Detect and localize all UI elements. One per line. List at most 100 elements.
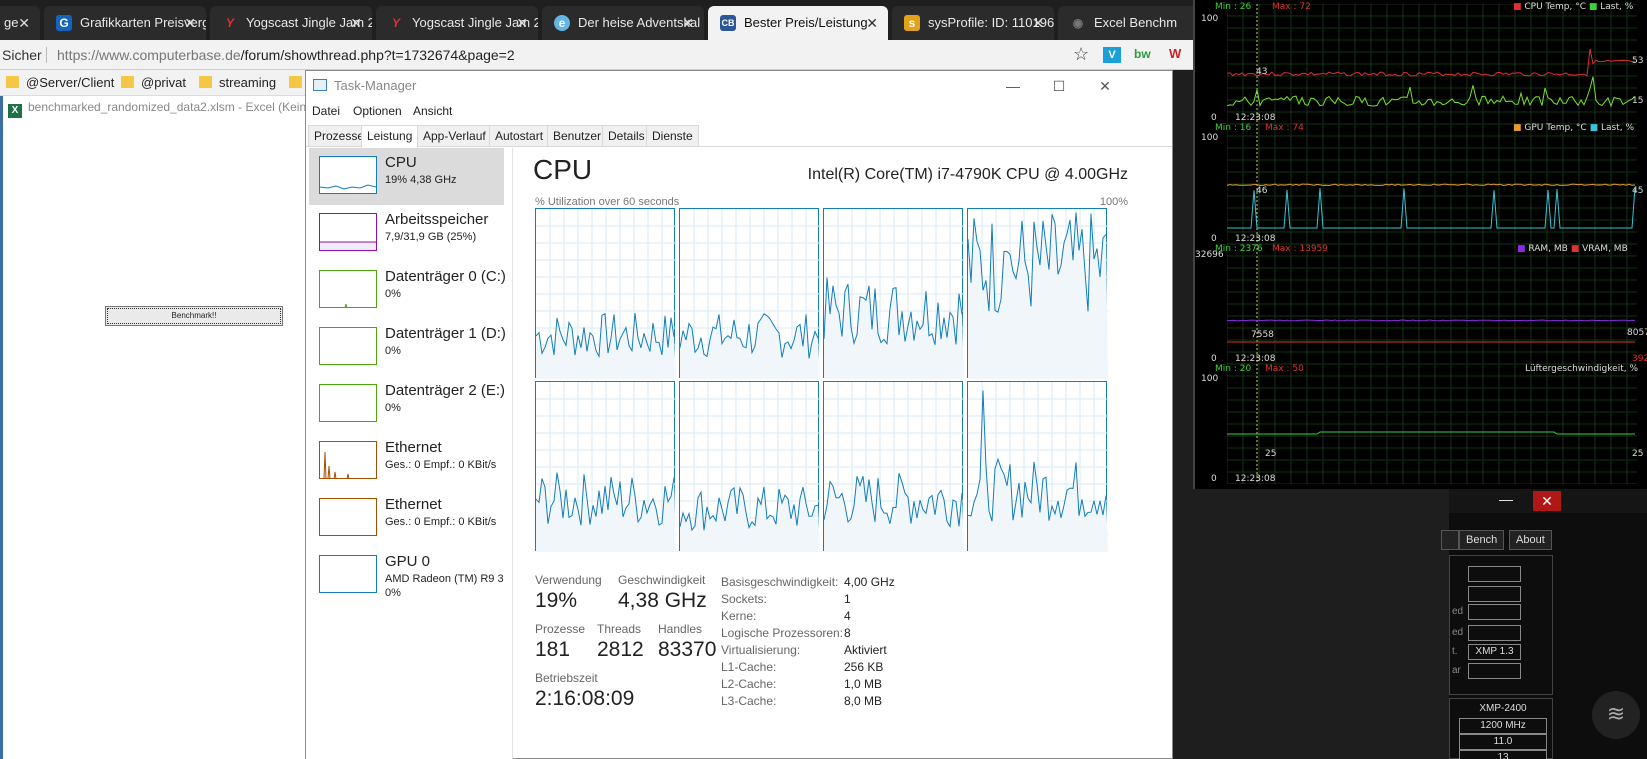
browser-tab[interactable]: G Grafikkarten Preisvergl ✕	[44, 6, 206, 40]
tab-about[interactable]: About	[1509, 530, 1552, 550]
address-bar: Sicher https://www.computerbase.de/forum…	[0, 40, 1195, 70]
bookmark-star-icon[interactable]: ☆	[1073, 44, 1089, 65]
sidebar-item-ethernet-1[interactable]: Ethernet Ges.: 0 Empf.: 0 KBit/s	[309, 433, 504, 490]
tab-bench[interactable]: Bench	[1459, 530, 1505, 550]
menu-datei[interactable]: Datei	[312, 104, 340, 118]
xmp-profile-select[interactable]: XMP 1.3	[1468, 644, 1521, 660]
title-bar: Task-Manager — ☐ ✕	[306, 71, 1172, 101]
core-graph	[535, 381, 676, 552]
excel-title: Xbenchmarked_randomized_data2.xlsm - Exc…	[8, 100, 313, 118]
disk-thumbnail-graph	[319, 270, 377, 308]
detail-label: Sockets:	[721, 592, 768, 606]
browser-tab-active[interactable]: CB Bester Preis/Leistung ✕	[708, 6, 888, 40]
bookmark-folder[interactable]: @privat	[121, 75, 186, 90]
tab-bar: Prozesse Leistung App-Verlauf Autostart …	[306, 123, 1172, 148]
extension-v-icon[interactable]: V	[1103, 47, 1121, 63]
browser-tab[interactable]: Y Yogscast Jingle Jam 2 ✕	[210, 6, 372, 40]
browser-tab[interactable]: s sysProfile: ID: 110196 ✕	[892, 6, 1054, 40]
sidebar-item-label: Ethernet	[385, 496, 442, 513]
panel-axis-bottom: 0	[1211, 113, 1217, 123]
close-icon[interactable]: ✕	[516, 6, 528, 40]
bookmark-folder[interactable]: @Server/Client	[6, 75, 114, 90]
sidebar-item-ethernet-2[interactable]: Ethernet Ges.: 0 Empf.: 0 KBit/s	[309, 490, 504, 547]
extension-bw-icon[interactable]: bw	[1134, 47, 1151, 61]
fan-icon[interactable]: ≋	[1592, 691, 1640, 739]
detail-value: 4,00 GHz	[844, 575, 895, 589]
cpu-panel: CPU Intel(R) Core(TM) i7-4790K CPU @ 4.0…	[513, 148, 1172, 759]
extension-w-icon[interactable]: W	[1169, 46, 1181, 61]
panel-axis-top: 100	[1201, 133, 1219, 143]
sidebar-item-value: Ges.: 0 Empf.: 0 KBit/s	[385, 459, 497, 471]
tab-leistung[interactable]: Leistung	[361, 125, 419, 148]
sidebar-item-value: 0%	[385, 587, 401, 599]
sidebar-item-value: 0%	[385, 402, 401, 414]
sidebar-item-gpu[interactable]: GPU 0 AMD Radeon (TM) R9 39 0%	[309, 547, 504, 604]
close-icon[interactable]: ✕	[866, 6, 878, 40]
url-field[interactable]: https://www.computerbase.de/forum/showth…	[57, 47, 515, 63]
close-icon[interactable]: ✕	[184, 6, 196, 40]
prozesse-value: 181	[535, 638, 571, 661]
tab-autostart[interactable]: Autostart	[489, 125, 550, 147]
panel-axis-mid: 43	[1256, 67, 1268, 77]
handles-label: Handles	[658, 622, 703, 636]
folder-icon	[6, 76, 19, 88]
ethernet-thumbnail-graph	[319, 441, 377, 479]
minimize-button[interactable]: —	[990, 71, 1036, 101]
browser-tab[interactable]: e Der heise Adventskal ✕	[542, 6, 704, 40]
tab-details[interactable]: Details	[602, 125, 651, 147]
panel-current-value: 53	[1632, 56, 1644, 66]
sidebar-item-memory[interactable]: Arbeitsspeicher 7,9/31,9 GB (25%)	[309, 205, 504, 262]
legend-label: RAM, MB	[1528, 244, 1568, 254]
maximize-button[interactable]: ☐	[1036, 71, 1082, 101]
menu-optionen[interactable]: Optionen	[353, 104, 402, 118]
close-icon[interactable]: ✕	[682, 6, 694, 40]
browser-tab[interactable]: ge ✕	[0, 6, 40, 40]
menu-ansicht[interactable]: Ansicht	[413, 104, 452, 118]
minimize-button[interactable]: —	[1499, 491, 1513, 507]
task-manager-window: Task-Manager — ☐ ✕ Datei Optionen Ansich…	[305, 70, 1173, 759]
sidebar-item-value: 0%	[385, 288, 401, 300]
panel-axis-top: 100	[1201, 14, 1219, 24]
xmp-label: ed	[1452, 627, 1464, 638]
panel-current-value: 45	[1632, 186, 1644, 196]
close-button[interactable]: ✕	[1082, 71, 1128, 101]
tab-app-verlauf[interactable]: App-Verlauf	[417, 125, 492, 147]
panel-axis-bottom: 0	[1211, 234, 1217, 244]
sidebar-item-disk-1[interactable]: Datenträger 1 (D:) 0%	[309, 319, 506, 376]
close-button[interactable]: ✕	[1533, 491, 1561, 511]
browser-tab[interactable]: ◉ Excel Benchm	[1058, 6, 1198, 40]
xmp-field	[1468, 604, 1521, 620]
url-host: https://www.computerbase.de	[57, 47, 241, 63]
geschwindigkeit-label: Geschwindigkeit	[618, 573, 706, 587]
tab-benutzer[interactable]: Benutzer	[547, 125, 608, 147]
panel-axis-top: 32696	[1195, 250, 1224, 260]
folder-icon	[199, 76, 212, 88]
sidebar-item-label: Arbeitsspeicher	[385, 211, 489, 228]
sidebar-item-label: CPU	[385, 154, 417, 171]
betriebszeit-value: 2:16:08:09	[535, 687, 635, 710]
close-icon[interactable]: ✕	[1032, 6, 1044, 40]
xmp-value: 13	[1459, 750, 1547, 759]
browser-tab[interactable]: Y Yogscast Jingle Jam 2 ✕	[376, 6, 538, 40]
core-graphs	[535, 208, 1110, 553]
prozesse-label: Prozesse	[535, 622, 586, 636]
verwendung-value: 19%	[535, 589, 578, 612]
core-graph	[823, 208, 964, 379]
divider	[46, 47, 47, 63]
sidebar-item-label: Datenträger 0 (C:)	[385, 268, 506, 285]
computerbase-favicon-icon: CB	[720, 15, 736, 31]
sidebar-item-cpu[interactable]: CPU 19% 4,38 GHz	[309, 148, 504, 205]
xmp-value: 11.0	[1459, 734, 1547, 750]
tab-hidden[interactable]	[1441, 530, 1459, 550]
tab-dienste[interactable]: Dienste	[646, 125, 699, 147]
sidebar-item-value: AMD Radeon (TM) R9 39	[385, 573, 503, 585]
sidebar-item-disk-0[interactable]: Datenträger 0 (C:) 0%	[309, 262, 506, 319]
benchmark-button[interactable]: Benchmark!!	[105, 306, 283, 326]
security-label[interactable]: Sicher	[2, 47, 42, 63]
utilization-max: 100%	[1099, 196, 1128, 208]
close-icon[interactable]: ✕	[18, 6, 30, 40]
bookmark-folder[interactable]: streaming	[199, 75, 276, 90]
sidebar-item-disk-2[interactable]: Datenträger 2 (E:) 0%	[309, 376, 505, 433]
close-icon[interactable]: ✕	[350, 6, 362, 40]
bookmark-label: @Server/Client	[26, 75, 115, 90]
